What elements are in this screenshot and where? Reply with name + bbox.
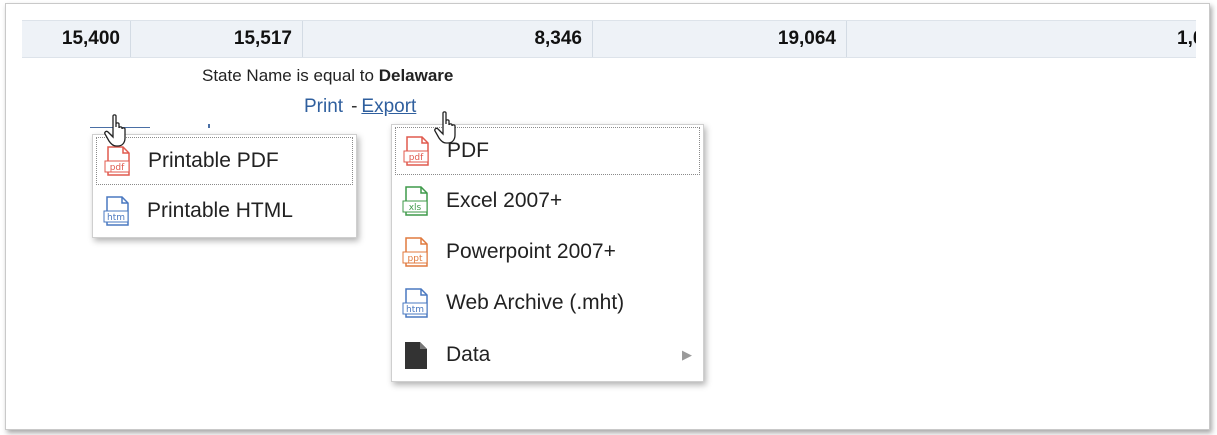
file-type-badge: pdf <box>110 163 125 173</box>
filter-value: Delaware <box>378 66 454 85</box>
htm-file-icon: htm <box>402 288 428 318</box>
file-type-badge: xls <box>409 203 422 213</box>
menu-item-printable-html[interactable]: htm Printable HTML <box>96 187 353 235</box>
pdf-file-icon: pdf <box>104 146 130 176</box>
menu-item-label: Web Archive (.mht) <box>446 291 625 314</box>
table-cell: 15,400 <box>22 21 131 57</box>
file-type-badge: htm <box>107 213 125 223</box>
table-cell: 8,346 <box>303 21 593 57</box>
table-row: 15,400 15,517 8,346 19,064 1,06 <box>22 20 1196 58</box>
divider <box>208 124 210 128</box>
menu-item-printable-pdf[interactable]: pdf Printable PDF <box>96 137 353 185</box>
filter-description: State Name is equal to Delaware <box>202 66 453 86</box>
report-links: Print - Export <box>304 96 416 118</box>
export-menu: pdf PDF xls Excel 2007+ ppt Powerpoint 2… <box>391 124 704 382</box>
menu-item-label: Powerpoint 2007+ <box>446 240 616 263</box>
table-cell: 19,064 <box>593 21 847 57</box>
table-cell: 1,06 <box>847 21 1196 57</box>
hand-cursor-icon <box>104 114 126 147</box>
ppt-file-icon: ppt <box>402 237 428 267</box>
menu-item-label: Excel 2007+ <box>446 189 563 212</box>
menu-item-data[interactable]: Data ▶ <box>395 331 700 379</box>
table-cell: 15,517 <box>131 21 303 57</box>
menu-item-powerpoint[interactable]: ppt Powerpoint 2007+ <box>395 228 700 276</box>
submenu-arrow-icon: ▶ <box>682 347 692 362</box>
menu-item-label: Printable HTML <box>147 199 293 222</box>
filter-prefix: State Name is equal to <box>202 66 374 85</box>
file-type-badge: ppt <box>408 254 423 264</box>
print-link[interactable]: Print <box>304 96 343 117</box>
export-link[interactable]: Export <box>361 96 416 117</box>
menu-item-excel[interactable]: xls Excel 2007+ <box>395 177 700 225</box>
hand-cursor-icon <box>434 111 456 144</box>
link-separator: - <box>351 96 358 117</box>
menu-item-web-archive[interactable]: htm Web Archive (.mht) <box>395 279 700 327</box>
file-type-badge: htm <box>406 305 424 315</box>
xls-file-icon: xls <box>402 186 428 216</box>
pdf-file-icon: pdf <box>403 136 429 166</box>
htm-file-icon: htm <box>103 196 129 226</box>
file-type-badge: pdf <box>409 153 424 163</box>
table-cell-text: 1,06 <box>1177 28 1196 49</box>
menu-item-label: Printable PDF <box>148 149 279 172</box>
print-menu: pdf Printable PDF htm Printable HTML <box>92 134 357 238</box>
menu-item-label: Data <box>446 343 491 366</box>
data-file-icon <box>405 342 427 369</box>
